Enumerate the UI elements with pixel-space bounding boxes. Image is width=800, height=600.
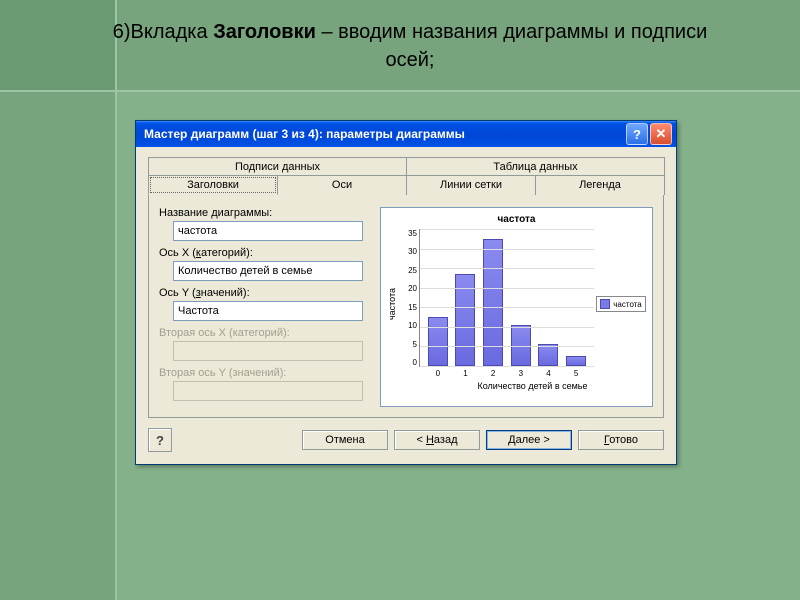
chart-title-input[interactable] xyxy=(173,221,363,241)
xaxis-label: Ось X (категорий): xyxy=(159,247,374,259)
tab-gridlines[interactable]: Линии сетки xyxy=(406,175,536,195)
chart-wizard-dialog: Мастер диаграмм (шаг 3 из 4): параметры … xyxy=(135,120,677,465)
footer-help-button[interactable]: ? xyxy=(148,428,172,452)
legend-swatch-icon xyxy=(600,299,610,309)
preview-grid: 012345 xyxy=(419,229,594,367)
preview-xlabel: Количество детей в семье xyxy=(417,381,648,391)
back-button[interactable]: < Назад xyxy=(394,430,480,450)
tab-strip: Подписи данных Таблица данных Заголовки … xyxy=(148,157,664,418)
preview-yticks: 35302520151050 xyxy=(399,229,419,379)
chart-preview: частота частота 35302520151050 012345 xyxy=(380,207,653,407)
yaxis-label: Ось Y (значений): xyxy=(159,287,374,299)
help-icon: ? xyxy=(633,127,641,142)
titles-form: Название диаграммы: Ось X (категорий): О… xyxy=(159,207,374,407)
titlebar-close-button[interactable]: ✕ xyxy=(650,123,672,145)
finish-button[interactable]: Готово xyxy=(578,430,664,450)
x2axis-label: Вторая ось X (категорий): xyxy=(159,327,374,339)
preview-ylabel: частота xyxy=(385,229,399,379)
bar xyxy=(511,325,531,366)
cancel-button[interactable]: Отмена xyxy=(302,430,388,450)
titlebar-help-button[interactable]: ? xyxy=(626,123,648,145)
y2axis-input xyxy=(173,381,363,401)
preview-legend: частота xyxy=(594,229,648,379)
question-icon: ? xyxy=(156,433,164,448)
preview-chart-title: частота xyxy=(385,214,648,225)
bar xyxy=(428,317,448,366)
bar xyxy=(566,356,586,366)
tab-data-table[interactable]: Таблица данных xyxy=(406,157,665,176)
next-button[interactable]: Далее > xyxy=(486,430,572,450)
tab-data-labels[interactable]: Подписи данных xyxy=(148,157,407,176)
slide-caption: 6)Вкладка Заголовки – вводим названия ди… xyxy=(90,18,730,74)
bar xyxy=(538,344,558,366)
tab-titles[interactable]: Заголовки xyxy=(148,175,278,195)
dialog-title: Мастер диаграмм (шаг 3 из 4): параметры … xyxy=(144,127,624,141)
yaxis-input[interactable] xyxy=(173,301,363,321)
tab-axes[interactable]: Оси xyxy=(277,175,407,195)
close-icon: ✕ xyxy=(656,126,667,142)
xaxis-input[interactable] xyxy=(173,261,363,281)
tab-legend[interactable]: Легенда xyxy=(535,175,665,195)
x2axis-input xyxy=(173,341,363,361)
chart-title-label: Название диаграммы: xyxy=(159,207,374,219)
titlebar[interactable]: Мастер диаграмм (шаг 3 из 4): параметры … xyxy=(136,121,676,147)
y2axis-label: Вторая ось Y (значений): xyxy=(159,367,374,379)
